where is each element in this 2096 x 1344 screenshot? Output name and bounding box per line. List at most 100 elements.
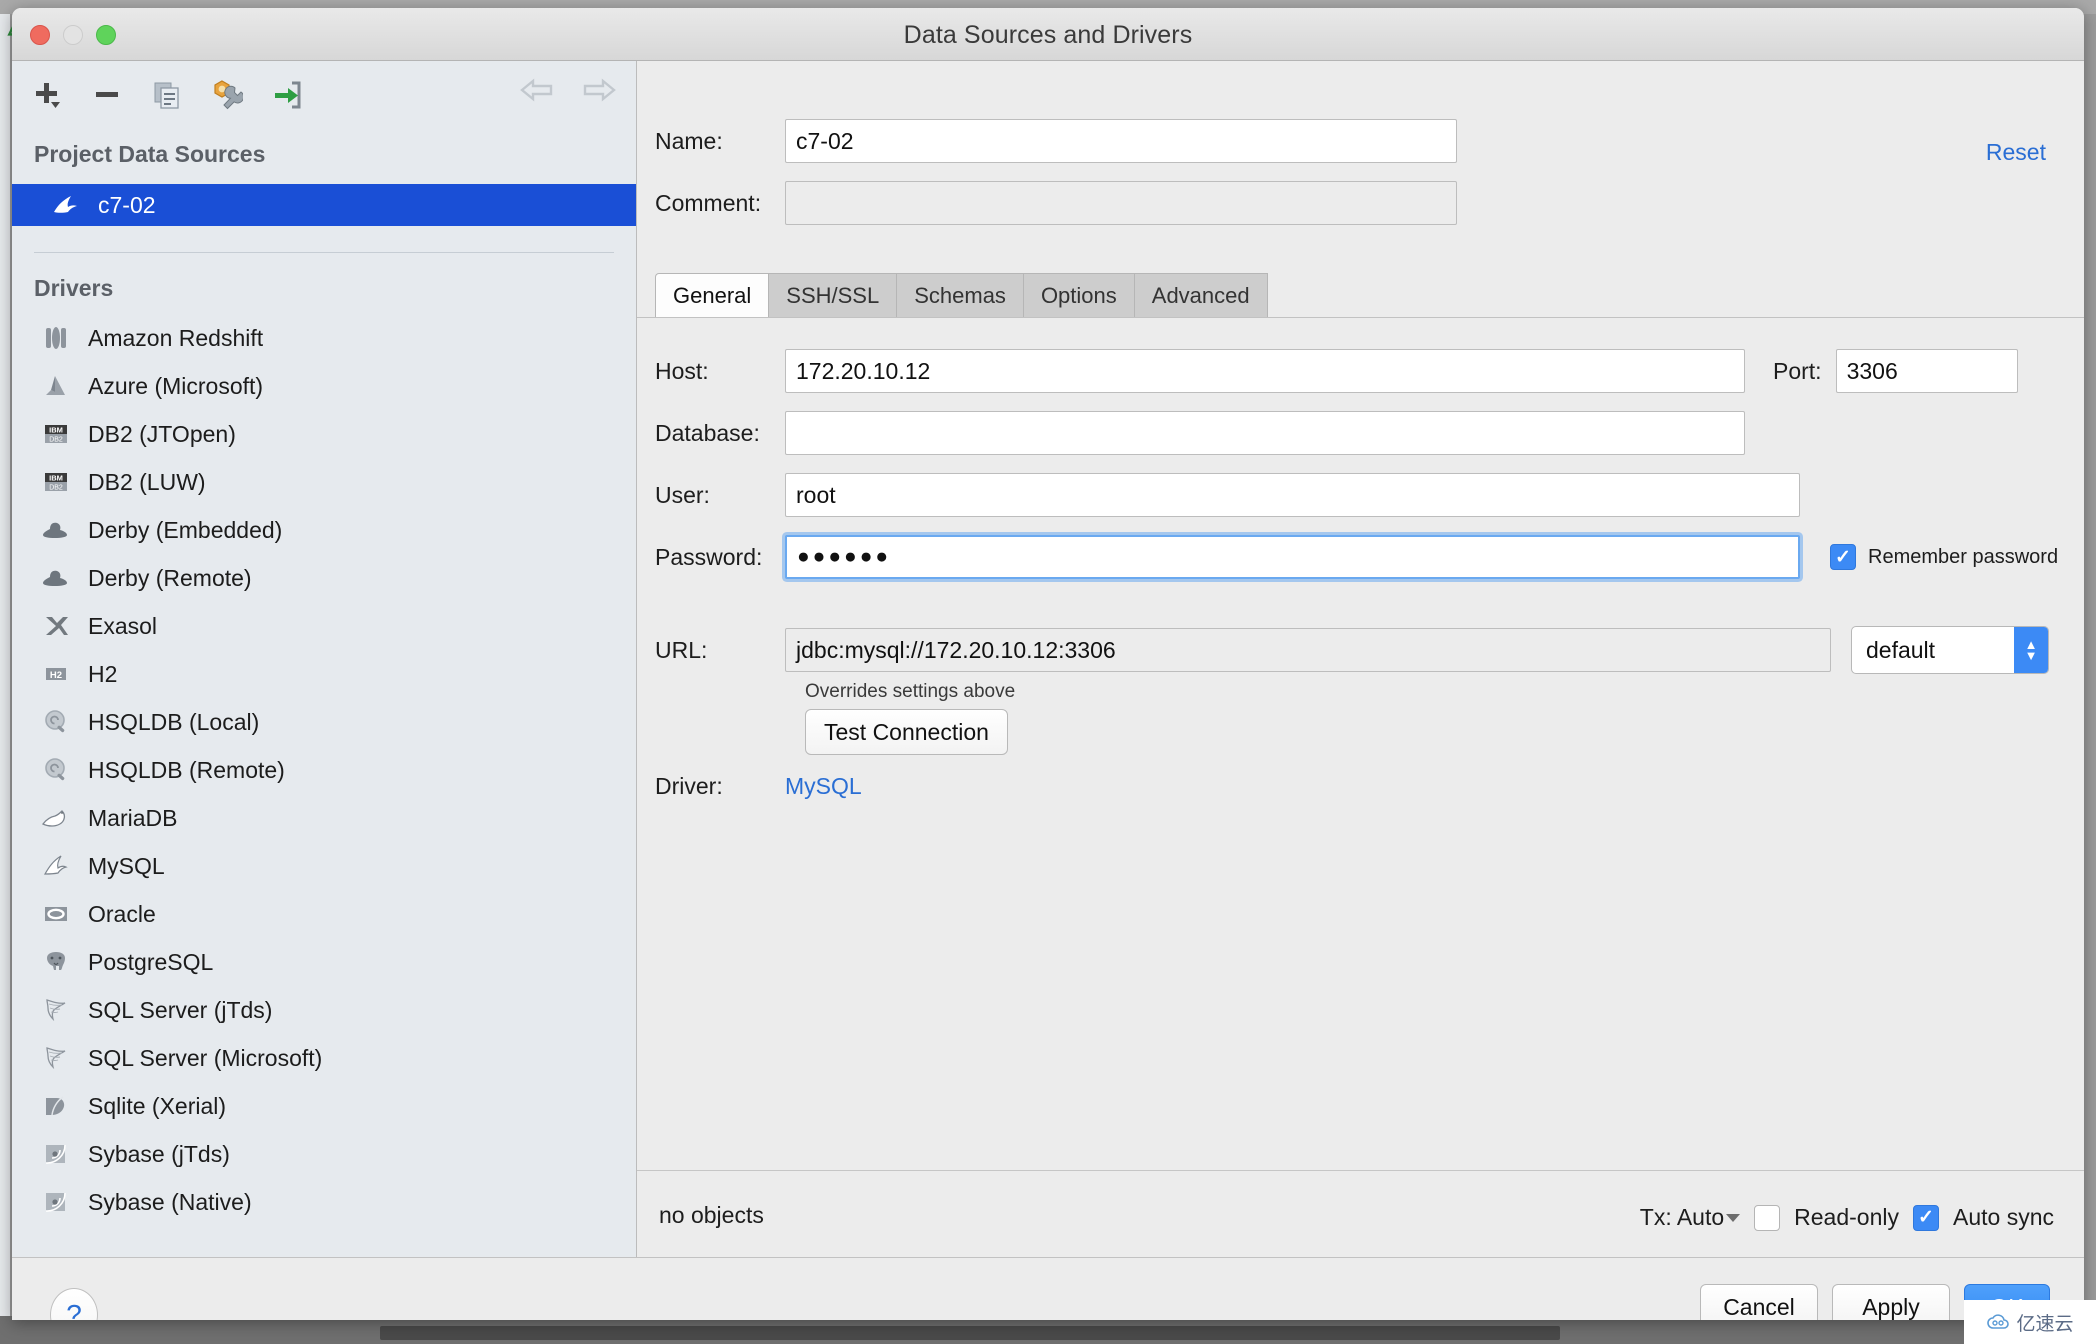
password-label: Password: [655,543,763,570]
name-label: Name: [655,127,723,154]
driver-item-sql-server-microsoft[interactable]: SQL Server (Microsoft) [12,1034,636,1082]
data-source-item-c7-02[interactable]: c7-02 [12,184,636,226]
user-input[interactable]: root [785,473,1800,517]
help-button[interactable]: ? [50,1288,98,1320]
driver-item-postgresql[interactable]: PostgreSQL [12,938,636,986]
sidebar-toolbar [12,61,636,119]
data-source-label: c7-02 [98,191,156,218]
driver-item-hsqldb-local[interactable]: HSQLDB (Local) [12,698,636,746]
reset-link[interactable]: Reset [1986,139,2046,166]
driver-label: MariaDB [88,804,178,831]
derby-hat-icon [40,514,72,546]
drivers-list: Amazon Redshift Azure (Microsoft) IBM DB… [12,314,636,1226]
driver-item-db2-luw[interactable]: IBM DB2 DB2 (LUW) [12,458,636,506]
import-data-source-button[interactable] [270,78,304,112]
cloud-icon [1987,1314,2010,1329]
url-profile-combobox[interactable]: default ▲ ▼ [1851,626,2049,674]
driver-label: Amazon Redshift [88,324,264,351]
driver-label: Sqlite (Xerial) [88,1092,227,1119]
driver-item-oracle[interactable]: Oracle [12,890,636,938]
import-icon [275,81,301,109]
sybase-icon [40,1138,72,1170]
sidebar: Project Data Sources c7-02 Drivers Amazo… [12,61,637,1257]
port-label: Port: [1773,357,1822,384]
stepper-icon[interactable]: ▲ ▼ [2014,627,2048,673]
driver-item-mysql[interactable]: MySQL [12,842,636,890]
tx-mode-dropdown[interactable]: Tx: Auto [1640,1204,1741,1231]
azure-icon [40,370,72,402]
driver-item-sybase-jtds[interactable]: Sybase (jTds) [12,1130,636,1178]
password-input[interactable]: ●●●●●● [785,535,1800,579]
database-input[interactable] [785,411,1745,455]
host-input[interactable]: 172.20.10.12 [785,349,1745,393]
driver-label: Sybase (Native) [88,1188,252,1215]
user-label: User: [655,481,710,508]
chevron-down-icon [1726,1213,1741,1222]
driver-item-exasol[interactable]: Exasol [12,602,636,650]
apply-button[interactable]: Apply [1832,1284,1950,1320]
remember-password-checkbox[interactable]: ✓ [1830,544,1856,570]
driver-item-amazon-redshift[interactable]: Amazon Redshift [12,314,636,362]
arrow-left-icon [520,78,553,102]
plus-icon [36,83,60,108]
driver-item-sybase-native[interactable]: Sybase (Native) [12,1178,636,1226]
copy-icon [154,82,179,109]
wrench-icon [214,80,243,110]
tab-ssh-ssl[interactable]: SSH/SSL [769,273,898,317]
test-connection-button[interactable]: Test Connection [805,709,1008,755]
add-data-source-button[interactable] [30,78,64,112]
driver-label: SQL Server (jTds) [88,996,273,1023]
url-overrides-hint: Overrides settings above [805,681,1016,702]
password-row: Password: ●●●●●● ✓ Remember password [655,535,2058,579]
driver-label: Azure (Microsoft) [88,372,264,399]
driver-item-sql-server-jtds[interactable]: SQL Server (jTds) [12,986,636,1034]
svg-text:IBM: IBM [49,425,63,434]
driver-item-sqlite-xerial[interactable]: Sqlite (Xerial) [12,1082,636,1130]
mysql-dolphin-icon [40,850,72,882]
driver-label: HSQLDB (Local) [88,708,260,735]
status-right-controls: Tx: Auto Read-only ✓ Auto sync [1640,1204,2054,1231]
comment-row: Comment: [655,181,1457,225]
read-only-checkbox[interactable] [1754,1204,1781,1231]
duplicate-data-source-button[interactable] [150,78,184,112]
tab-bar: General SSH/SSL Schemas Options Advanced [655,273,1268,317]
driver-item-azure-microsoft[interactable]: Azure (Microsoft) [12,362,636,410]
driver-label: PostgreSQL [88,948,214,975]
driver-item-hsqldb-remote[interactable]: HSQLDB (Remote) [12,746,636,794]
tab-underline [637,317,2084,318]
driver-item-derby-remote[interactable]: Derby (Remote) [12,554,636,602]
redshift-icon [40,322,72,354]
derby-hat-icon [40,562,72,594]
driver-item-derby-embedded[interactable]: Derby (Embedded) [12,506,636,554]
back-button[interactable] [520,75,554,110]
postgres-elephant-icon [40,946,72,978]
driver-label: MySQL [88,852,165,879]
url-input[interactable]: jdbc:mysql://172.20.10.12:3306 [785,628,1831,672]
comment-input[interactable] [785,181,1457,225]
exasol-x-icon [40,610,72,642]
driver-row: Driver: MySQL [655,773,862,800]
driver-label: Driver: [655,773,723,799]
port-input[interactable]: 3306 [1835,349,2018,393]
auto-sync-label: Auto sync [1953,1204,2054,1230]
tab-advanced[interactable]: Advanced [1134,273,1268,317]
forward-button[interactable] [582,75,616,110]
driver-properties-button[interactable] [210,78,244,112]
tab-options[interactable]: Options [1023,273,1135,317]
driver-item-mariadb[interactable]: MariaDB [12,794,636,842]
tab-schemas[interactable]: Schemas [897,273,1024,317]
tab-general[interactable]: General [655,273,770,317]
driver-item-db2-jtopen[interactable]: IBM DB2 DB2 (JTOpen) [12,410,636,458]
driver-item-h2[interactable]: H2 H2 [12,650,636,698]
sqlite-feather-icon [40,1090,72,1122]
oracle-icon [40,898,72,930]
host-label: Host: [655,357,709,384]
drivers-title: Drivers [34,275,114,301]
cancel-button[interactable]: Cancel [1700,1284,1818,1320]
url-row: URL: jdbc:mysql://172.20.10.12:3306 defa… [655,626,2049,674]
driver-link[interactable]: MySQL [785,773,862,800]
svg-text:H2: H2 [50,670,62,681]
remove-data-source-button[interactable] [90,78,124,112]
auto-sync-checkbox[interactable]: ✓ [1913,1204,1939,1231]
name-input[interactable]: c7-02 [785,119,1457,163]
